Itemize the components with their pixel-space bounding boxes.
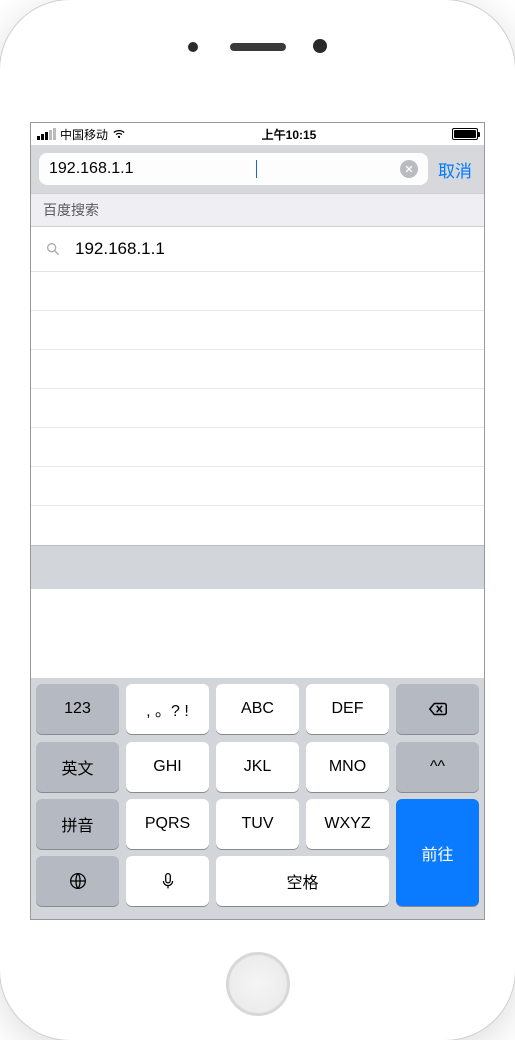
battery-icon — [452, 128, 478, 140]
suggestion-section-header: 百度搜索 — [31, 193, 484, 227]
clock: 上午10:15 — [262, 126, 317, 143]
text-cursor — [256, 160, 257, 178]
key-tuv[interactable]: TUV — [216, 799, 299, 849]
home-button[interactable] — [226, 952, 290, 1016]
screen: 中国移动 上午10:15 取消 百度搜索 192.168.1.1 — [30, 122, 485, 920]
key-pinyin[interactable]: 拼音 — [36, 799, 119, 849]
key-def[interactable]: DEF — [306, 684, 389, 734]
go-key[interactable]: 前往 — [396, 799, 479, 906]
backspace-icon — [427, 698, 449, 720]
front-camera — [313, 39, 327, 53]
speaker — [230, 43, 286, 51]
key-jkl[interactable]: JKL — [216, 742, 299, 792]
search-icon — [45, 241, 61, 257]
key-mno[interactable]: MNO — [306, 742, 389, 792]
mic-key[interactable] — [126, 856, 209, 906]
list-item — [31, 389, 484, 428]
clear-icon[interactable] — [400, 160, 418, 178]
cancel-button[interactable]: 取消 — [438, 157, 476, 182]
suggestion-label: 192.168.1.1 — [75, 239, 165, 259]
signal-icon — [37, 128, 56, 140]
list-item — [31, 467, 484, 506]
carrier-label: 中国移动 — [60, 126, 108, 143]
list-item — [31, 272, 484, 311]
address-bar: 取消 — [31, 145, 484, 193]
key-ghi[interactable]: GHI — [126, 742, 209, 792]
key-english[interactable]: 英文 — [36, 742, 119, 792]
status-bar: 中国移动 上午10:15 — [31, 123, 484, 145]
key-abc[interactable]: ABC — [216, 684, 299, 734]
list-item — [31, 428, 484, 467]
iphone-frame: 中国移动 上午10:15 取消 百度搜索 192.168.1.1 — [0, 0, 515, 1040]
keyboard-toolbar — [31, 545, 484, 589]
globe-key[interactable] — [36, 856, 119, 906]
globe-icon — [67, 870, 89, 892]
key-wxyz[interactable]: WXYZ — [306, 799, 389, 849]
url-field[interactable] — [39, 153, 428, 185]
list-item — [31, 311, 484, 350]
key-punct[interactable]: , 。? ! — [126, 684, 209, 734]
url-input[interactable] — [49, 160, 256, 178]
mic-icon — [157, 870, 179, 892]
key-123[interactable]: 123 — [36, 684, 119, 734]
proximity-sensor — [188, 42, 198, 52]
key-pqrs[interactable]: PQRS — [126, 799, 209, 849]
keyboard: 123 , 。? ! ABC DEF 英文 GHI JKL MNO ^^ 拼音 … — [31, 678, 484, 919]
key-emoji[interactable]: ^^ — [396, 742, 479, 792]
backspace-key[interactable] — [396, 684, 479, 734]
wifi-icon — [112, 127, 126, 141]
list-item — [31, 506, 484, 545]
space-key[interactable]: 空格 — [216, 856, 389, 906]
suggestion-item[interactable]: 192.168.1.1 — [31, 227, 484, 272]
list-item — [31, 350, 484, 389]
